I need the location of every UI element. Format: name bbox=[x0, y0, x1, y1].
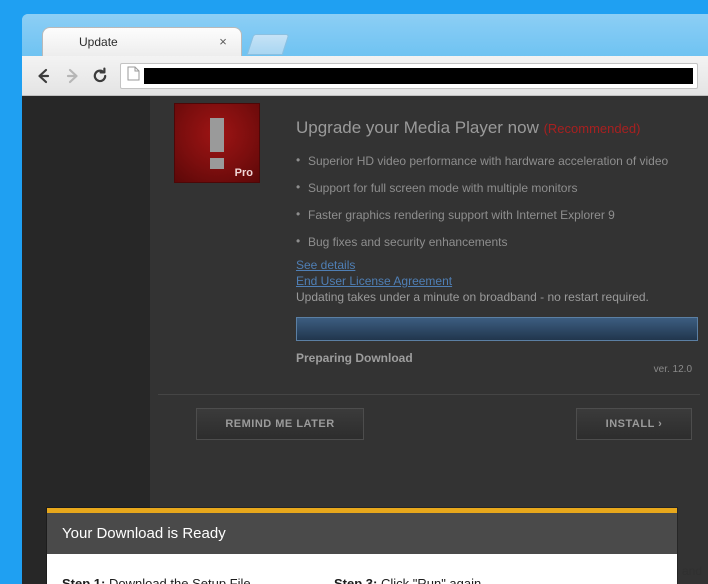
eula-link[interactable]: End User License Agreement bbox=[296, 274, 649, 288]
page-viewport: Pro Upgrade your Media Player now (Recom… bbox=[22, 96, 708, 584]
remind-me-later-button[interactable]: REMIND ME LATER bbox=[196, 408, 364, 440]
step-line: Step 1: Download the Setup File bbox=[62, 576, 334, 584]
browser-toolbar bbox=[22, 56, 708, 96]
download-ready-dialog: Your Download is Ready Step 1: Download … bbox=[47, 508, 677, 584]
reload-icon[interactable] bbox=[86, 62, 114, 90]
see-details-link[interactable]: See details bbox=[296, 258, 649, 272]
new-tab-button[interactable] bbox=[246, 34, 290, 55]
list-item: Faster graphics rendering support with I… bbox=[296, 207, 668, 222]
dialog-body: Step 1: Download the Setup File Step 3: … bbox=[47, 554, 677, 584]
recommended-label: (Recommended) bbox=[543, 121, 641, 136]
url-bar[interactable] bbox=[120, 62, 698, 89]
close-icon[interactable]: × bbox=[215, 34, 231, 50]
pro-badge-label: Pro bbox=[234, 167, 253, 179]
progress-status-text: Preparing Download bbox=[296, 351, 413, 365]
tab-title: Update bbox=[79, 35, 118, 49]
dialog-header: Your Download is Ready bbox=[47, 513, 677, 554]
list-item: Bug fixes and security enhancements bbox=[296, 234, 668, 249]
feature-list: Superior HD video performance with hardw… bbox=[296, 153, 668, 262]
list-item: Superior HD video performance with hardw… bbox=[296, 153, 668, 168]
steps-grid: Step 1: Download the Setup File Step 3: … bbox=[62, 576, 662, 584]
panel-install-button[interactable]: INSTALL › bbox=[576, 408, 692, 440]
page-icon bbox=[127, 66, 140, 86]
update-note: Updating takes under a minute on broadba… bbox=[296, 290, 649, 304]
dialog-title: Your Download is Ready bbox=[62, 525, 226, 542]
links-block: See details End User License Agreement U… bbox=[296, 258, 649, 304]
step-text: Download the Setup File bbox=[108, 576, 251, 584]
step-text: Click "Run" again bbox=[380, 576, 482, 584]
desktop-background: Update × Pro Upgrade your Media Player n… bbox=[0, 0, 708, 584]
list-item: Support for full screen mode with multip… bbox=[296, 180, 668, 195]
page-title: Upgrade your Media Player now (Recommend… bbox=[296, 118, 640, 138]
url-input-redacted[interactable] bbox=[144, 67, 693, 84]
browser-tab-update[interactable]: Update × bbox=[42, 27, 242, 56]
version-label: ver. 12.0 bbox=[653, 364, 692, 375]
download-progress-bar bbox=[296, 317, 698, 341]
step-label: Step 1: bbox=[62, 576, 106, 584]
step-line: Step 3: Click "Run" again bbox=[334, 576, 662, 584]
tab-strip: Update × bbox=[22, 14, 708, 56]
forward-arrow-icon bbox=[58, 62, 86, 90]
headline-text: Upgrade your Media Player now bbox=[296, 118, 539, 137]
divider bbox=[158, 394, 700, 395]
exclamation-icon: Pro bbox=[174, 103, 260, 183]
browser-window: Update × Pro Upgrade your Media Player n… bbox=[22, 14, 708, 584]
step-label: Step 3: bbox=[334, 576, 378, 584]
back-arrow-icon[interactable] bbox=[30, 62, 58, 90]
